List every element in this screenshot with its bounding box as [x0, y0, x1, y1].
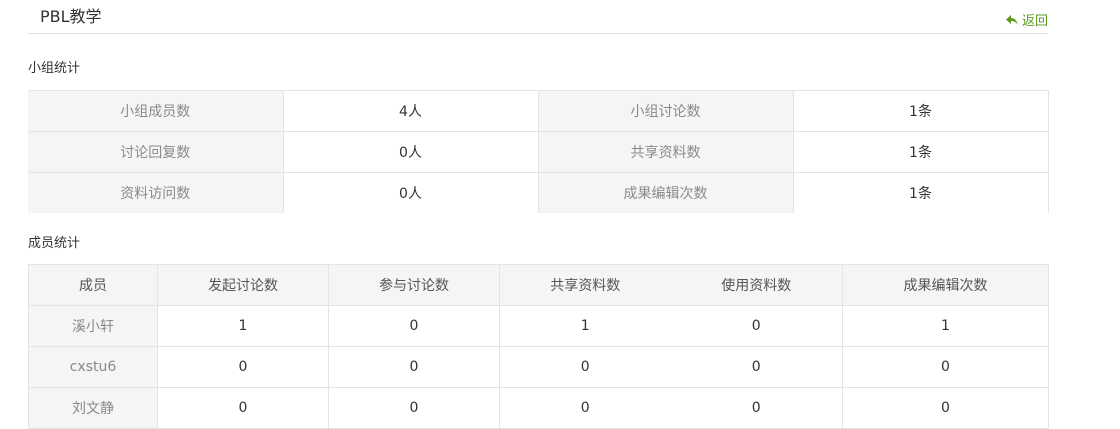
table-row: 小组成员数 4人 小组讨论数 1条 [28, 90, 1049, 132]
table-cell: 0 [499, 387, 671, 429]
back-label: 返回 [1021, 14, 1048, 29]
column-header-edits: 成果编辑次数 [842, 264, 1049, 306]
stat-value: 4人 [283, 90, 539, 132]
table-row: 刘文静 0 0 0 0 0 [28, 387, 1049, 429]
group-stats-title: 小组统计 [28, 61, 81, 76]
member-stats-title: 成员统计 [28, 236, 81, 251]
stat-label: 资料访问数 [28, 172, 284, 213]
stat-value: 0人 [283, 131, 539, 173]
group-stats-table: 小组成员数 4人 小组讨论数 1条 讨论回复数 0人 共享资料数 1条 资料访问… [28, 90, 1049, 213]
table-cell: 0 [328, 346, 500, 388]
stat-value: 1条 [793, 90, 1049, 132]
stat-label: 小组成员数 [28, 90, 284, 132]
stat-value: 0人 [283, 172, 539, 213]
table-cell: 0 [328, 305, 500, 347]
column-header-participated: 参与讨论数 [328, 264, 500, 306]
back-arrow-icon [1005, 13, 1019, 27]
table-cell: 0 [670, 305, 843, 347]
column-header-used: 使用资料数 [670, 264, 843, 306]
stat-label: 小组讨论数 [538, 90, 794, 132]
table-cell: 0 [670, 346, 843, 388]
stat-label: 讨论回复数 [28, 131, 284, 173]
page-header: PBL教学 返回 [28, 0, 1048, 34]
table-cell: 0 [842, 387, 1049, 429]
member-name: cxstu6 [28, 346, 158, 388]
table-cell: 0 [842, 346, 1049, 388]
table-row: cxstu6 0 0 0 0 0 [28, 346, 1049, 388]
member-name: 刘文静 [28, 387, 158, 429]
member-name: 溪小轩 [28, 305, 158, 347]
table-header-row: 成员 发起讨论数 参与讨论数 共享资料数 使用资料数 成果编辑次数 [28, 264, 1049, 306]
table-row: 讨论回复数 0人 共享资料数 1条 [28, 131, 1049, 173]
stat-label: 成果编辑次数 [538, 172, 794, 213]
back-link[interactable]: 返回 [1005, 10, 1048, 29]
column-header-member: 成员 [28, 264, 158, 306]
page-title: PBL教学 [40, 7, 102, 26]
column-header-shared: 共享资料数 [499, 264, 671, 306]
table-row: 溪小轩 1 0 1 0 1 [28, 305, 1049, 347]
table-cell: 0 [157, 346, 329, 388]
member-stats-table: 成员 发起讨论数 参与讨论数 共享资料数 使用资料数 成果编辑次数 溪小轩 1 … [28, 264, 1049, 429]
stat-label: 共享资料数 [538, 131, 794, 173]
table-cell: 1 [157, 305, 329, 347]
table-cell: 1 [499, 305, 671, 347]
stat-value: 1条 [793, 131, 1049, 173]
column-header-started: 发起讨论数 [157, 264, 329, 306]
stat-value: 1条 [793, 172, 1049, 213]
table-cell: 0 [499, 346, 671, 388]
table-row: 资料访问数 0人 成果编辑次数 1条 [28, 172, 1049, 213]
table-cell: 0 [670, 387, 843, 429]
table-cell: 1 [842, 305, 1049, 347]
table-cell: 0 [328, 387, 500, 429]
table-cell: 0 [157, 387, 329, 429]
